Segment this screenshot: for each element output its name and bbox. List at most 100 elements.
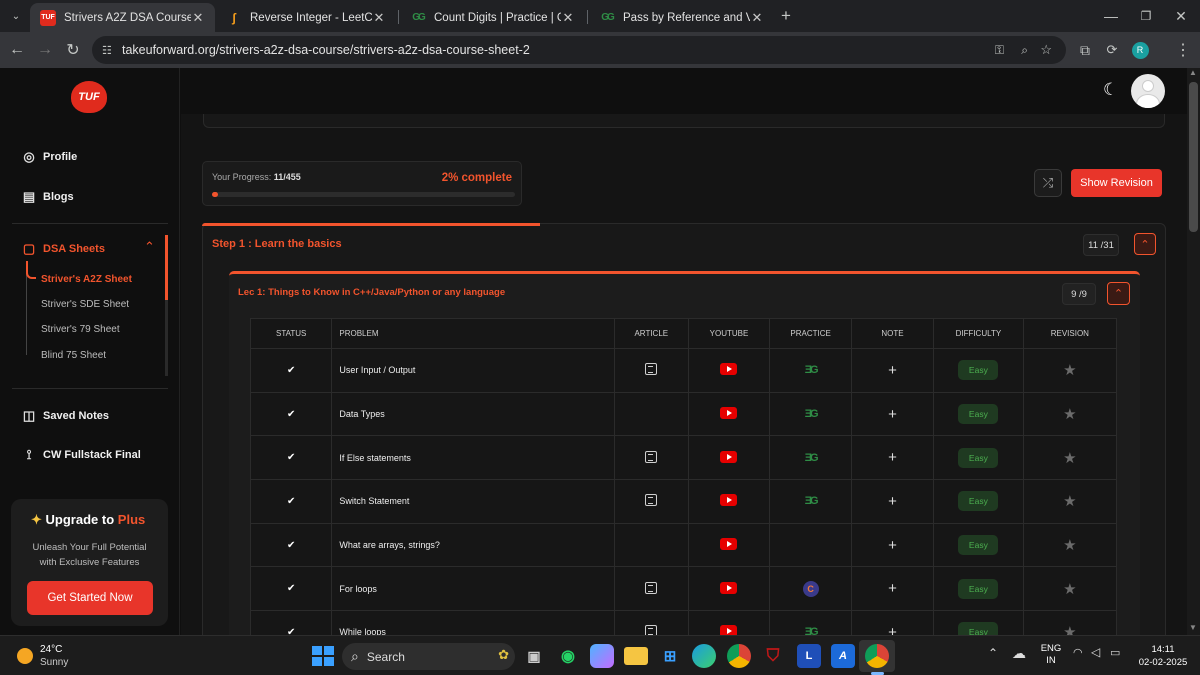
revision-star-icon[interactable]: ★ xyxy=(1063,537,1076,554)
scroll-down-icon[interactable]: ▼ xyxy=(1189,623,1197,632)
a-app-icon[interactable]: A xyxy=(831,644,855,668)
zoom-icon[interactable]: ⌕ xyxy=(1021,43,1028,58)
clock[interactable]: 14:11 02-02-2025 xyxy=(1133,643,1193,669)
revision-star-icon[interactable]: ★ xyxy=(1063,624,1076,635)
revision-star-icon[interactable]: ★ xyxy=(1063,493,1076,510)
get-started-button[interactable]: Get Started Now xyxy=(27,581,153,615)
youtube-icon[interactable] xyxy=(720,581,738,594)
sidebar-item-saved-notes[interactable]: ◫ Saved Notes xyxy=(21,408,109,424)
article-icon[interactable] xyxy=(645,494,658,507)
store-icon[interactable]: ⊞ xyxy=(658,644,682,668)
profile-avatar[interactable]: R xyxy=(1126,32,1154,68)
restore-icon[interactable]: ❐ xyxy=(1131,0,1161,32)
revision-star-icon[interactable]: ★ xyxy=(1063,406,1076,423)
gfg-practice-icon[interactable]: ƎG xyxy=(805,626,819,635)
sidebar-subitem-79[interactable]: Striver's 79 Sheet xyxy=(41,324,120,335)
wifi-icon[interactable]: ◠ xyxy=(1073,646,1083,659)
article-icon[interactable] xyxy=(645,450,658,463)
tab-pass-by-reference[interactable]: GG Pass by Reference and Value | P ✕ xyxy=(589,3,774,32)
address-bar[interactable]: ☷ takeuforward.org/strivers-a2z-dsa-cour… xyxy=(92,36,1066,64)
checkmark-icon[interactable]: ✔ xyxy=(287,496,295,507)
windows-start-icon[interactable] xyxy=(311,644,335,668)
close-tab-icon[interactable]: ✕ xyxy=(561,10,575,26)
shuffle-button[interactable]: ⤮ xyxy=(1034,169,1062,197)
edge-icon[interactable] xyxy=(692,644,716,668)
forward-icon[interactable]: → xyxy=(31,32,59,68)
mcafee-icon[interactable]: ⛉ xyxy=(761,644,785,668)
onedrive-icon[interactable]: ☁ xyxy=(1012,645,1026,662)
bookmark-star-icon[interactable]: ☆ xyxy=(1040,42,1052,58)
close-tab-icon[interactable]: ✕ xyxy=(372,10,386,26)
add-note-icon[interactable]: + xyxy=(888,362,897,379)
gfg-practice-icon[interactable]: ƎG xyxy=(805,364,819,376)
sidebar-subitem-a2z[interactable]: Striver's A2Z Sheet xyxy=(41,274,132,285)
sidebar-subitem-sde[interactable]: Striver's SDE Sheet xyxy=(41,299,129,310)
sync-icon[interactable]: ⟳ xyxy=(1098,32,1126,68)
status-cell[interactable]: ✔ xyxy=(249,435,333,481)
coding-ninjas-icon[interactable]: C xyxy=(802,580,819,597)
gfg-practice-icon[interactable]: ƎG xyxy=(805,495,819,507)
article-icon[interactable] xyxy=(645,625,658,635)
chevron-up-icon[interactable]: ⌃ xyxy=(144,239,155,255)
tuf-logo[interactable]: TUF xyxy=(71,81,107,113)
reload-icon[interactable]: ↻ xyxy=(59,32,87,68)
add-note-icon[interactable]: + xyxy=(888,537,897,554)
page-scrollbar[interactable]: ▲ ▼ xyxy=(1187,68,1200,635)
add-note-icon[interactable]: + xyxy=(888,624,897,635)
youtube-icon[interactable] xyxy=(720,538,738,551)
battery-icon[interactable]: ▭ xyxy=(1110,646,1120,659)
youtube-icon[interactable] xyxy=(720,625,738,635)
l-app-icon[interactable]: L xyxy=(797,644,821,668)
revision-star-icon[interactable]: ★ xyxy=(1063,362,1076,379)
checkmark-icon[interactable]: ✔ xyxy=(287,452,295,463)
sidebar-subitem-blind75[interactable]: Blind 75 Sheet xyxy=(41,350,106,361)
sidebar-item-profile[interactable]: ◎ Profile xyxy=(21,149,77,165)
add-note-icon[interactable]: + xyxy=(888,580,897,597)
status-cell[interactable]: ✔ xyxy=(249,391,333,437)
status-cell[interactable]: ✔ xyxy=(249,610,333,635)
language-indicator[interactable]: ENG IN xyxy=(1040,643,1062,667)
status-cell[interactable]: ✔ xyxy=(249,348,333,393)
sidebar-scroll-thumb[interactable] xyxy=(165,235,168,300)
status-cell[interactable]: ✔ xyxy=(249,479,333,524)
status-cell[interactable]: ✔ xyxy=(249,522,333,568)
youtube-icon[interactable] xyxy=(720,494,738,507)
lecture-collapse-button[interactable]: ⌃ xyxy=(1107,282,1130,305)
task-view-icon[interactable]: ▣ xyxy=(522,644,546,668)
password-key-icon[interactable]: ⚿ xyxy=(995,43,1004,58)
copilot-icon[interactable] xyxy=(590,644,614,668)
tab-count-digits[interactable]: GG Count Digits | Practice | Geeksfo ✕ xyxy=(400,3,585,32)
site-settings-icon[interactable]: ☷ xyxy=(102,44,112,57)
tab-strivers[interactable]: TUF Strivers A2Z DSA Course/Sheet ✕ xyxy=(30,3,215,32)
step-title[interactable]: Step 1 : Learn the basics xyxy=(212,238,342,250)
gfg-practice-icon[interactable]: ƎG xyxy=(805,408,819,420)
whatsapp-icon[interactable]: ◉ xyxy=(556,644,580,668)
revision-star-icon[interactable]: ★ xyxy=(1063,450,1076,467)
close-tab-icon[interactable]: ✕ xyxy=(191,10,205,26)
sidebar-item-cw-fullstack[interactable]: ⟟ CW Fullstack Final xyxy=(21,447,141,463)
show-revision-button[interactable]: Show Revision xyxy=(1071,169,1162,197)
tab-leetcode[interactable]: ʃ Reverse Integer - LeetCode ✕ xyxy=(216,3,396,32)
checkmark-icon[interactable]: ✔ xyxy=(287,540,295,551)
add-note-icon[interactable]: + xyxy=(888,449,897,466)
extensions-icon[interactable]: ⧉ xyxy=(1071,32,1099,68)
sidebar-item-blogs[interactable]: ▤ Blogs xyxy=(21,189,74,205)
more-menu-icon[interactable]: ⋮ xyxy=(1169,32,1197,68)
moon-icon[interactable]: ☾ xyxy=(1103,80,1118,100)
add-note-icon[interactable]: + xyxy=(888,493,897,510)
youtube-icon[interactable] xyxy=(720,450,738,463)
volume-icon[interactable]: ◁ xyxy=(1091,645,1100,659)
checkmark-icon[interactable]: ✔ xyxy=(287,583,295,594)
chrome-icon[interactable] xyxy=(727,644,751,668)
status-cell[interactable]: ✔ xyxy=(249,566,333,612)
revision-star-icon[interactable]: ★ xyxy=(1063,581,1076,598)
article-icon[interactable] xyxy=(645,363,658,376)
chevron-up-icon[interactable]: ⌃ xyxy=(988,646,998,660)
step-collapse-button[interactable]: ⌃ xyxy=(1134,233,1156,255)
scroll-thumb[interactable] xyxy=(1189,82,1198,232)
file-explorer-icon[interactable] xyxy=(624,647,648,665)
gfg-practice-icon[interactable]: ƎG xyxy=(805,452,819,464)
scroll-up-icon[interactable]: ▲ xyxy=(1189,68,1197,77)
back-icon[interactable]: ← xyxy=(3,32,31,68)
taskbar-search[interactable]: ⌕ Search ✿ xyxy=(342,643,515,670)
